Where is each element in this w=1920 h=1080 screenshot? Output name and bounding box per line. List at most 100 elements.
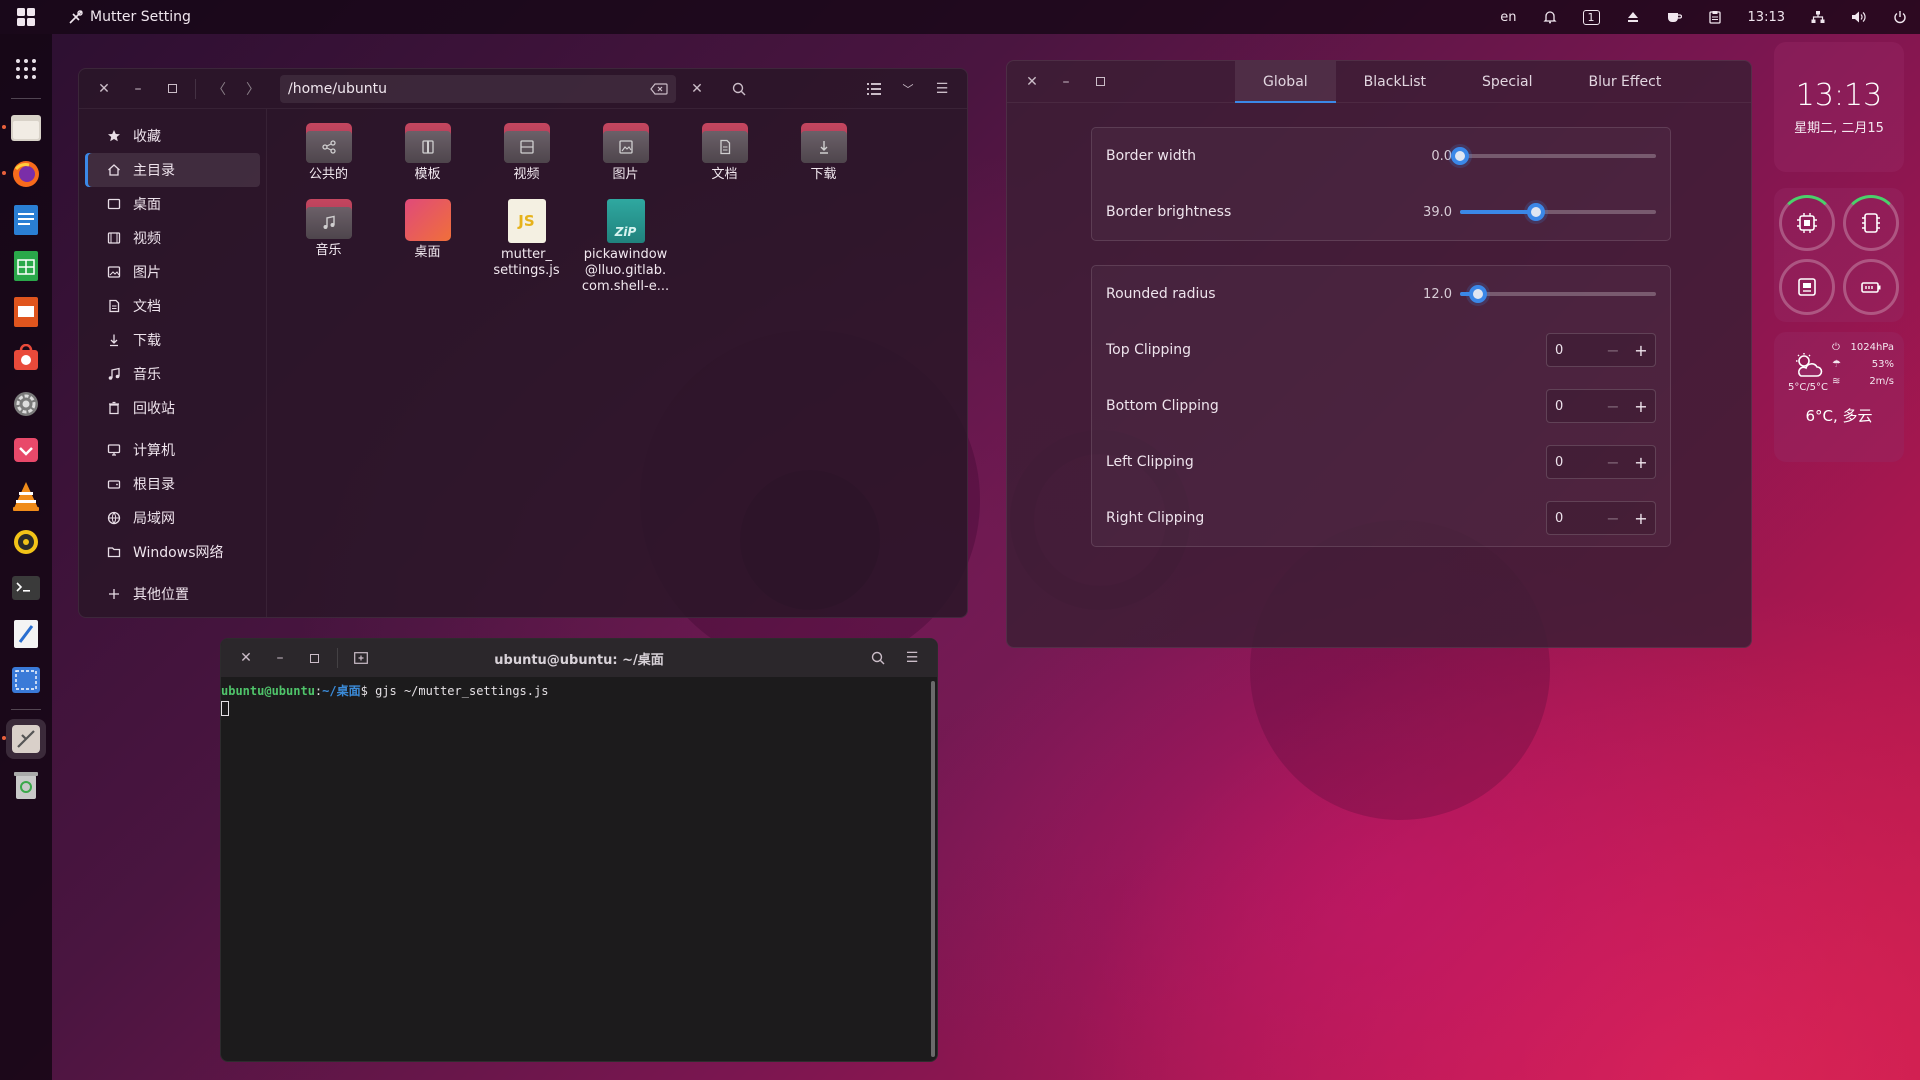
clipping-value[interactable]: 0 (1547, 343, 1599, 358)
file-item[interactable]: 视频 (477, 123, 576, 199)
close-button[interactable]: ✕ (229, 643, 263, 673)
close-button[interactable]: ✕ (87, 74, 121, 104)
maximize-button[interactable] (1083, 67, 1117, 97)
dock-text-editor[interactable] (6, 614, 46, 654)
dock-mutter-setting[interactable] (2, 719, 46, 759)
search-button[interactable] (722, 74, 756, 104)
power-icon[interactable] (1880, 0, 1920, 34)
file-item[interactable]: 模板 (378, 123, 477, 199)
increment-button[interactable]: + (1627, 397, 1655, 416)
close-location-button[interactable]: ✕ (680, 74, 714, 104)
tab-global[interactable]: Global (1235, 61, 1336, 103)
increment-button[interactable]: + (1627, 341, 1655, 360)
decrement-button[interactable]: − (1599, 397, 1627, 416)
border-width-slider[interactable] (1451, 147, 1656, 165)
clipping-spinbutton[interactable]: 0− + (1546, 333, 1656, 367)
volume-icon[interactable] (1838, 0, 1880, 34)
terminal-output[interactable]: ubuntu@ubuntu:~/桌面$ gjs ~/mutter_setting… (221, 677, 937, 717)
view-options-button[interactable]: ﹀ (891, 74, 925, 104)
clipboard-icon[interactable] (1695, 0, 1735, 34)
file-item[interactable]: 音乐 (279, 199, 378, 275)
sidebar-item[interactable]: 主目录 (85, 153, 260, 187)
dock-terminal[interactable] (6, 568, 46, 608)
file-item[interactable]: JS mutter_ settings.js (477, 199, 576, 309)
sidebar-item[interactable]: 回收站 (85, 391, 260, 425)
sidebar-item[interactable]: 根目录 (85, 467, 260, 501)
dock-settings[interactable] (6, 384, 46, 424)
slider-handle[interactable] (1451, 147, 1469, 165)
dock-vlc[interactable] (6, 476, 46, 516)
dock-extension[interactable] (6, 430, 46, 470)
sidebar-item[interactable]: 局域网 (85, 501, 260, 535)
sidebar-item[interactable]: 收藏 (85, 119, 260, 153)
clock[interactable]: 13:13 (1735, 0, 1798, 34)
decrement-button[interactable]: − (1599, 509, 1627, 528)
back-button[interactable]: 〈 (202, 74, 236, 104)
clipping-value[interactable]: 0 (1547, 455, 1599, 470)
forward-button[interactable]: 〉 (236, 74, 270, 104)
sidebar-item[interactable]: 视频 (85, 221, 260, 255)
file-item[interactable]: 公共的 (279, 123, 378, 199)
file-item[interactable]: ZiP pickawindow @lluo.gitlab. com.shell-e… (576, 199, 675, 309)
sidebar-item[interactable]: 音乐 (85, 357, 260, 391)
sidebar-item[interactable]: 其他位置 (85, 577, 260, 611)
minimize-button[interactable]: – (1049, 67, 1083, 97)
file-item[interactable]: 下载 (774, 123, 873, 199)
dock-screenshot[interactable] (6, 660, 46, 700)
new-tab-button[interactable] (344, 643, 378, 673)
slider-handle[interactable] (1527, 203, 1546, 221)
dock-files[interactable] (2, 108, 46, 148)
file-item[interactable]: 文档 (675, 123, 774, 199)
clipping-value[interactable]: 0 (1547, 399, 1599, 414)
clipping-value[interactable]: 0 (1547, 511, 1599, 526)
dock-firefox[interactable] (2, 154, 46, 194)
sidebar-item[interactable]: Windows网络 (85, 535, 260, 569)
file-item[interactable]: 图片 (576, 123, 675, 199)
dock-trash[interactable] (6, 765, 46, 805)
increment-button[interactable]: + (1627, 453, 1655, 472)
activities-button[interactable] (0, 0, 52, 34)
decrement-button[interactable]: − (1599, 453, 1627, 472)
close-button[interactable]: ✕ (1015, 67, 1049, 97)
minimize-button[interactable]: – (263, 643, 297, 673)
terminal-search-button[interactable] (861, 643, 895, 673)
dock-writer[interactable] (6, 200, 46, 240)
maximize-button[interactable] (297, 643, 331, 673)
eject-icon[interactable] (1613, 0, 1653, 34)
clipping-spinbutton[interactable]: 0− + (1546, 389, 1656, 423)
clear-path-icon[interactable] (650, 82, 668, 95)
app-menu[interactable]: Mutter Setting (68, 9, 191, 25)
show-apps-button[interactable] (6, 49, 46, 89)
slider-handle[interactable] (1468, 285, 1487, 303)
tab-blur-effect[interactable]: Blur Effect (1560, 61, 1689, 103)
notification-bell-icon[interactable] (1530, 0, 1570, 34)
terminal-menu-button[interactable]: ☰ (895, 643, 929, 673)
sidebar-item[interactable]: 下载 (85, 323, 260, 357)
dock-impress[interactable] (6, 292, 46, 332)
dock-rhythmbox[interactable] (6, 522, 46, 562)
view-list-button[interactable] (857, 74, 891, 104)
dock-software[interactable] (6, 338, 46, 378)
sidebar-item[interactable]: 计算机 (85, 433, 260, 467)
sidebar-item[interactable]: 文档 (85, 289, 260, 323)
language-indicator[interactable]: en (1487, 0, 1529, 34)
sidebar-item[interactable]: 桌面 (85, 187, 260, 221)
sidebar-item[interactable]: 图片 (85, 255, 260, 289)
border-brightness-slider[interactable] (1460, 203, 1656, 221)
rounded-radius-slider[interactable] (1460, 285, 1656, 303)
decrement-button[interactable]: − (1599, 341, 1627, 360)
tab-blacklist[interactable]: BlackList (1336, 61, 1454, 103)
location-bar[interactable]: /home/ubuntu (280, 74, 676, 103)
minimize-button[interactable]: – (121, 74, 155, 104)
maximize-button[interactable] (155, 74, 189, 104)
terminal-scrollbar[interactable] (931, 681, 935, 1057)
network-icon[interactable] (1798, 0, 1838, 34)
increment-button[interactable]: + (1627, 509, 1655, 528)
coffee-icon[interactable] (1653, 0, 1695, 34)
dock-calc[interactable] (6, 246, 46, 286)
workspace-indicator[interactable]: 1 (1570, 0, 1613, 34)
file-item[interactable]: 桌面 (378, 199, 477, 275)
clipping-spinbutton[interactable]: 0− + (1546, 445, 1656, 479)
menu-button[interactable]: ☰ (925, 74, 959, 104)
tab-special[interactable]: Special (1454, 61, 1560, 103)
